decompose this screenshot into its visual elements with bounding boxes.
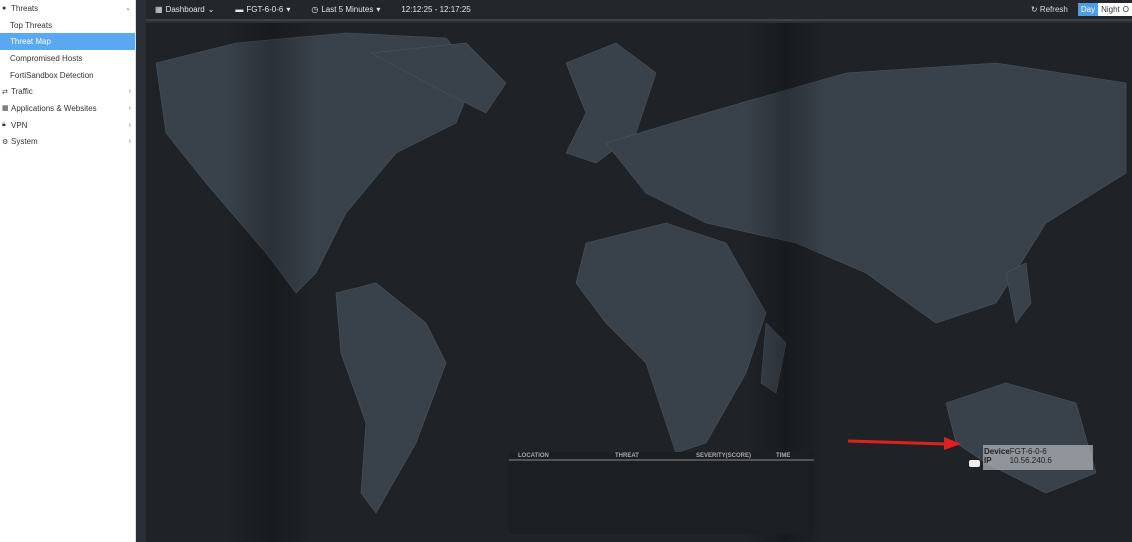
threat-table: LOCATION THREAT SEVERITY(SCORE) TIME xyxy=(509,452,814,534)
table-header: LOCATION THREAT SEVERITY(SCORE) TIME xyxy=(509,452,814,461)
time-range-text: 12:12:25 - 12:17:25 xyxy=(401,5,471,14)
caret-down-icon: ▾ xyxy=(286,5,291,14)
chevron-right-icon: › xyxy=(128,138,131,146)
device-marker-icon[interactable] xyxy=(969,460,980,467)
menu-threats[interactable]: ● Threats ⌄ xyxy=(0,0,135,17)
night-toggle[interactable]: Night xyxy=(1098,3,1123,16)
chevron-down-icon: ⌄ xyxy=(207,5,215,14)
dashboard-dropdown[interactable]: ▦ Dashboard ⌄ xyxy=(155,5,214,14)
chevron-right-icon: › xyxy=(128,88,131,96)
ip-value: 10.56.240.6 xyxy=(1009,456,1052,465)
toolbar: ▦ Dashboard ⌄ ▬ FGT-6-0-6 ▾ ◷ Last 5 Minutes ▾… xyxy=(146,0,1132,21)
refresh-icon: ↻ xyxy=(1030,5,1040,14)
chevron-right-icon: › xyxy=(128,121,131,129)
col-threat: THREAT xyxy=(615,452,639,459)
ip-label: IP xyxy=(984,456,992,465)
device-value: FGT-6-0-6 xyxy=(1009,447,1047,456)
menu-vpn[interactable]: 🔒︎ VPN › xyxy=(0,117,135,134)
day-toggle[interactable]: Day xyxy=(1077,3,1099,16)
col-location: LOCATION xyxy=(518,452,549,459)
red-arrow-annotation xyxy=(847,437,961,450)
traffic-icon: ⇄ xyxy=(2,88,8,96)
dashboard-icon: ▦ xyxy=(155,5,163,14)
main-panel: ▦ Dashboard ⌄ ▬ FGT-6-0-6 ▾ ◷ Last 5 Minutes ▾… xyxy=(136,0,1132,542)
col-time: TIME xyxy=(776,452,791,459)
menu-fortisandbox-detection[interactable]: FortiSandbox Detection xyxy=(0,67,135,84)
menu-top-threats[interactable]: Top Threats xyxy=(0,17,135,34)
menu-threat-map[interactable]: Threat Map xyxy=(0,33,135,51)
device-label: Device xyxy=(984,447,1010,456)
grid-icon: ▦ xyxy=(2,105,9,113)
menu-traffic[interactable]: ⇄ Traffic › xyxy=(0,83,135,100)
refresh-button[interactable]: ↻ Refresh xyxy=(1031,5,1068,14)
bomb-icon: ● xyxy=(2,4,7,12)
gear-icon: ⚙ xyxy=(2,138,9,146)
caret-down-icon: ▾ xyxy=(376,5,381,14)
chevron-down-icon: ⌄ xyxy=(125,5,131,13)
time-range-dropdown[interactable]: ◷ Last 5 Minutes ▾ xyxy=(311,5,380,14)
col-severity: SEVERITY(SCORE) xyxy=(696,452,752,459)
lock-icon: 🔒︎ xyxy=(2,121,6,129)
menu-system[interactable]: ⚙ System › xyxy=(0,134,135,151)
menu-compromised-hosts[interactable]: Compromised Hosts xyxy=(0,50,135,67)
device-tooltip: DeviceFGT-6-0-6 IP 10.56.240.6 xyxy=(983,445,1093,470)
clock-icon: ◷ xyxy=(311,5,319,14)
device-icon: ▬ xyxy=(235,5,244,14)
sidebar: ● Threats ⌄ Top Threats Threat Map Comprom… xyxy=(0,0,136,542)
other-toggle[interactable]: O xyxy=(1122,3,1132,16)
chevron-right-icon: › xyxy=(128,104,131,112)
device-dropdown[interactable]: ▬ FGT-6-0-6 ▾ xyxy=(235,5,290,14)
menu-applications[interactable]: ▦ Applications & Websites › xyxy=(0,100,135,117)
